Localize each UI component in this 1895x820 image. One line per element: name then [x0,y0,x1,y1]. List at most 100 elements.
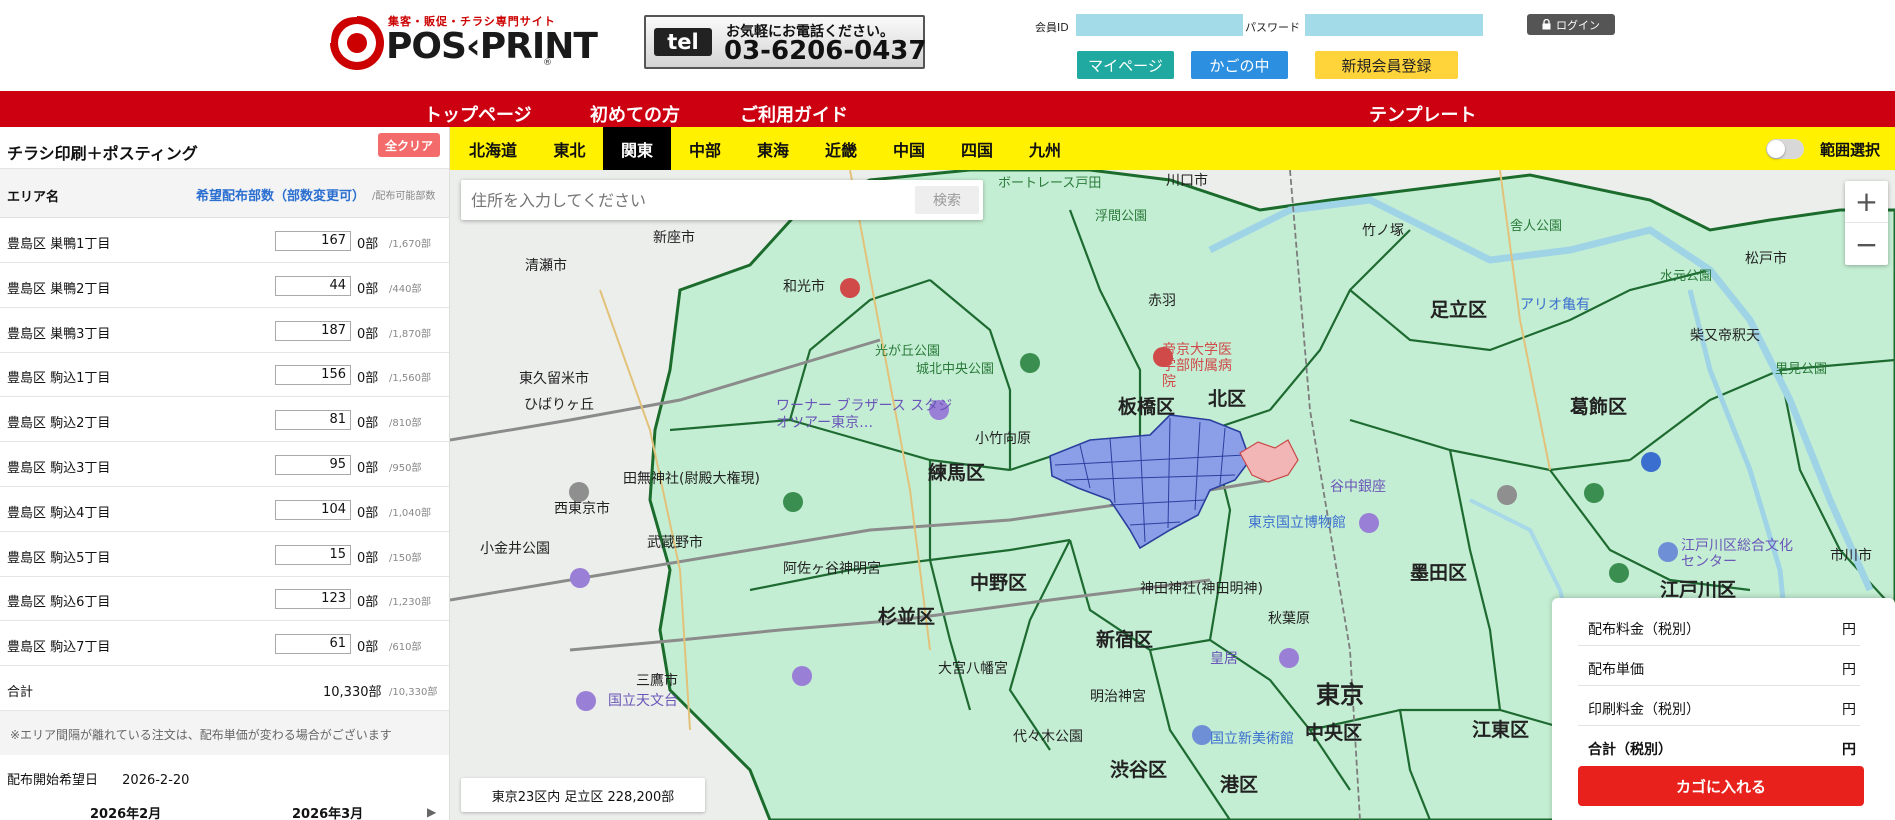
map-label-chuo: 中央区 [1305,722,1363,744]
map-label-kotakemukai: 小竹向原 [975,431,1031,447]
map-label-satomi: 里見公園 [1775,362,1828,377]
map-label-sumida: 墨田区 [1410,562,1468,584]
quantity-input[interactable]: 95 [275,455,351,475]
map-view[interactable]: 川口市 ボートレース戸田 浮間公園 清瀬市 新座市 和光市 光が丘公園 赤羽 帝… [450,170,1895,820]
zoom-in-button[interactable]: + [1845,181,1888,223]
range-select-label: 範囲選択 [1820,141,1881,159]
available-qty: /610部 [389,642,422,654]
map-label-ukima-park: 浮間公園 [1095,209,1148,224]
map-label-kokyo: 皇居 [1210,651,1238,667]
tab-chubu[interactable]: 中部 [671,127,739,170]
order-panel: チラシ印刷＋ポスティング 全クリア エリア名 希望配布部数（部数変更可） /配布… [0,127,450,820]
quantity-input[interactable]: 61 [275,634,351,655]
clear-all-button[interactable]: 全クリア [378,133,440,157]
add-to-cart-button[interactable]: カゴに入れる [1578,766,1864,806]
map-label-nishitokyo: 西東京市 [554,501,610,517]
quantity-input[interactable]: 156 [275,365,351,386]
cart-button[interactable]: かごの中 [1191,51,1288,79]
area-name: 豊島区 巣鴨2丁目 [7,281,111,297]
map-label-hikarigaoka: 光が丘公園 [875,344,941,359]
map-label-minato: 港区 [1220,774,1259,796]
tab-kyushu[interactable]: 九州 [1011,127,1079,170]
toggle-knob [1767,140,1785,158]
login-button[interactable]: ログイン [1527,14,1615,35]
tab-tohoku[interactable]: 東北 [536,127,603,170]
available-qty: /1,870部 [389,328,431,340]
map-label-boat-race: ボートレース戸田 [998,176,1102,191]
quantity-input[interactable]: 187 [275,320,351,341]
logo-mark-icon [329,15,384,70]
map-label-ario: アリオ亀有 [1520,297,1590,313]
map-label-akihabara: 秋葉原 [1268,611,1310,627]
tab-kanto[interactable]: 関東 [603,127,671,170]
quantity-input[interactable]: 44 [275,275,351,296]
area-name: 豊島区 巣鴨3丁目 [7,326,111,342]
quantity-input[interactable]: 15 [275,544,351,565]
price-summary-panel: 配布料金（税別） 円 配布単価 円 印刷料金（税別） 円 合計（税別） 円 カゴ… [1552,598,1895,820]
map-label-niiza: 新座市 [653,230,695,246]
map-label-teikyo-hospital: 帝京大学医学部附属病院 [1162,342,1232,390]
password-input[interactable] [1305,14,1483,36]
tab-shikoku[interactable]: 四国 [943,127,1011,170]
table-row: 豊島区 駒込4丁目 104 0部/1,040部 [0,487,449,532]
calendar-month-2: 2026年3月 [292,807,364,820]
map-label-yanaka: 谷中銀座 [1330,479,1386,495]
price-unit: 円 [1842,662,1856,678]
assigned-qty: 0部 [357,416,379,432]
area-table-header: エリア名 希望配布部数（部数変更可） /配布可能部数 [0,169,449,218]
map-label-warner: ワーナー ブラザース スタジオツアー東京… [776,398,953,431]
assigned-qty: 0部 [357,595,379,611]
mypage-button[interactable]: マイページ [1077,51,1174,79]
address-search-input[interactable] [461,180,913,220]
nav-usage-guide[interactable]: ご利用ガイド [740,101,848,127]
available-qty: /1,670部 [389,239,431,250]
nav-template[interactable]: テンプレート [1369,101,1476,127]
quantity-input[interactable]: 81 [275,410,351,431]
range-select-toggle[interactable] [1766,139,1804,159]
tel-banner[interactable]: tel お気軽にお電話ください。 03-6206-0437 [644,15,927,69]
area-name: 豊島区 駒込3丁目 [7,461,111,476]
map-label-kiyose: 清瀬市 [525,258,567,274]
available-qty: /810部 [389,418,422,430]
area-info-label: 東京23区内 足立区 228,200部 [461,778,705,812]
price-unit: 円 [1842,742,1856,758]
calendar-next-icon[interactable]: ▶ [427,805,436,819]
zoom-out-button[interactable]: − [1845,223,1888,265]
site-header: 集客・販促・チラシ専門サイト POS‹PRINT ® tel お気軽にお電話くだ… [0,0,1895,91]
lock-icon [1542,19,1551,30]
assigned-qty: 0部 [357,326,379,342]
member-id-input[interactable] [1076,14,1243,36]
total-available: /10,330部 [389,687,438,698]
map-label-edogawa-center: 江戸川区総合文化センター [1681,538,1793,570]
map-label-miyamae: 大宮八幡宮 [938,661,1008,677]
quantity-input[interactable]: 104 [275,499,351,520]
start-date-value[interactable]: 2026-2-20 [122,773,189,788]
area-name: 豊島区 駒込5丁目 [7,550,111,566]
tab-kinki[interactable]: 近畿 [807,127,875,170]
map-label-ichikawa: 市川市 [1830,548,1872,564]
member-id-label: 会員ID [1035,21,1069,34]
assigned-qty: 0部 [357,550,379,566]
site-logo[interactable]: 集客・販促・チラシ専門サイト POS‹PRINT ® [328,10,598,74]
area-name: 豊島区 駒込4丁目 [7,505,111,521]
tab-chugoku[interactable]: 中国 [875,127,943,170]
address-search-button[interactable]: 検索 [915,186,979,214]
available-qty: /1,230部 [389,597,431,609]
map-label-kawaguchi: 川口市 [1166,173,1208,189]
map-label-hibarigaoka: ひばりヶ丘 [524,397,594,413]
nav-first-time[interactable]: 初めての方 [590,101,680,127]
register-button[interactable]: 新規会員登録 [1315,51,1458,79]
quantity-input[interactable]: 123 [275,589,351,610]
tab-tokai[interactable]: 東海 [739,127,807,170]
tel-tag: tel [654,28,712,56]
map-label-shibuya: 渋谷区 [1110,759,1168,781]
assigned-qty: 0部 [357,505,379,521]
region-tabs: 北海道 東北 関東 中部 東海 近畿 中国 四国 九州 範囲選択 [450,127,1895,170]
logo-registered-mark: ® [543,58,552,68]
col-desired-qty: 希望配布部数（部数変更可） [196,189,366,204]
nav-top-page[interactable]: トップページ [424,101,532,127]
tab-hokkaido[interactable]: 北海道 [450,127,536,170]
area-name: 豊島区 駒込7丁目 [7,640,111,656]
table-row: 豊島区 駒込7丁目 61 0部/610部 [0,621,449,667]
quantity-input[interactable]: 167 [275,231,351,251]
